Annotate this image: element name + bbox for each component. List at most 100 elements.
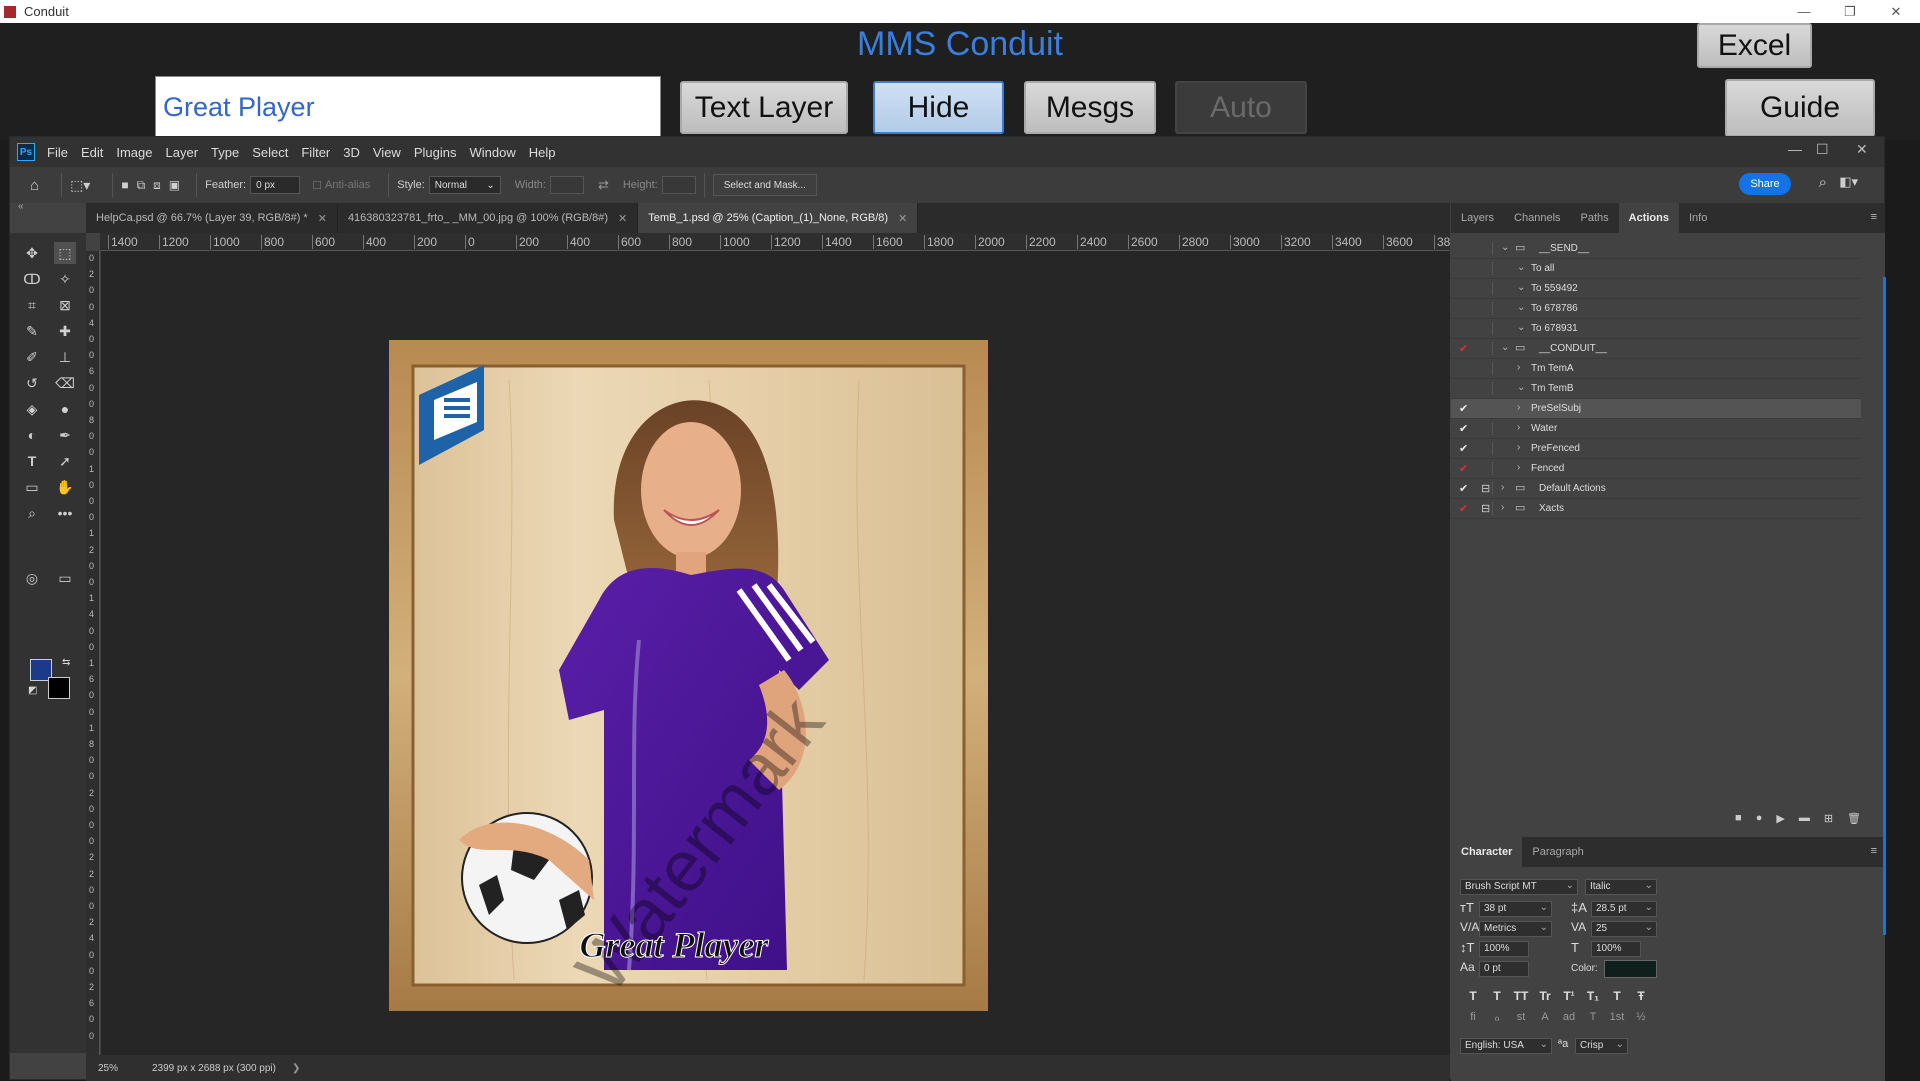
home-icon[interactable]: ⌂ [30,177,39,194]
menu-3d[interactable]: 3D [343,145,360,160]
action-row[interactable]: ⌄ To 559492 [1451,279,1861,299]
new-action-icon[interactable]: ⊞ [1824,812,1833,825]
font-style-select[interactable]: Italic ⌄ [1585,879,1657,895]
action-toggle-checkbox[interactable]: ✔ [1459,402,1468,415]
ps-maximize-icon[interactable]: ☐ [1816,141,1829,158]
restore-icon[interactable]: ❐ [1832,0,1868,23]
action-row[interactable]: ✔ ⌄ ▭ __CONDUIT__ [1451,339,1861,359]
dialog-toggle-icon[interactable] [1481,382,1493,395]
screen-mode-icon[interactable]: ▭ [54,567,76,589]
action-row[interactable]: › Tm TemA [1451,359,1861,379]
doc-tab-jpg[interactable]: 416380323781_frto_ _MM_00.jpg @ 100% (RG… [338,203,639,233]
eraser-icon[interactable]: ⌫ [54,372,76,394]
font-size-field[interactable]: 38 pt ⌄ [1479,901,1552,917]
menu-filter[interactable]: Filter [301,145,330,160]
dialog-toggle-icon[interactable] [1481,342,1493,355]
type-tool-icon[interactable]: T [21,450,43,472]
action-row[interactable]: ⌄ To all [1451,259,1861,279]
action-row[interactable]: ✔ ⊟ › ▭ Default Actions [1451,479,1861,499]
opentype-button[interactable]: fi [1465,1011,1481,1024]
vertical-scale-field[interactable]: 100% [1479,941,1529,957]
action-row[interactable]: ⌄ Tm TemB [1451,379,1861,399]
action-row[interactable]: ✔ › PreFenced [1451,439,1861,459]
font-family-select[interactable]: Brush Script MT ⌄ [1460,879,1578,895]
type-style-button[interactable]: T [1465,989,1481,1003]
tab-paths[interactable]: Paths [1571,203,1619,233]
subtract-selection-icon[interactable]: ⧈ [153,178,161,193]
chevron-right-icon[interactable]: › [1501,482,1504,493]
type-style-button[interactable]: T [1609,989,1625,1003]
tab-paragraph[interactable]: Paragraph [1522,837,1593,867]
more-tools-icon[interactable]: ••• [54,502,76,524]
healing-brush-icon[interactable]: ✚ [54,320,76,342]
text-layer-button[interactable]: Text Layer [680,81,848,134]
action-toggle-checkbox[interactable]: ✔ [1459,502,1468,515]
new-selection-icon[interactable]: ■ [121,178,128,192]
action-row[interactable]: ✔ › PreSelSubj [1451,399,1861,419]
tab-layers[interactable]: Layers [1451,203,1504,233]
type-style-button[interactable]: T₁ [1585,989,1601,1003]
excel-button[interactable]: Excel [1697,23,1812,68]
close-tab-icon[interactable]: ✕ [618,212,627,225]
dialog-toggle-icon[interactable] [1481,462,1493,475]
panel-scrollbar[interactable] [1883,277,1886,935]
opentype-button[interactable]: A [1537,1011,1553,1024]
caption-text-input[interactable] [155,76,661,138]
tab-channels[interactable]: Channels [1504,203,1570,233]
type-style-button[interactable]: Ŧ [1633,989,1649,1003]
document-image[interactable]: Watermark Great Player [389,340,988,1011]
add-selection-icon[interactable]: ⧉ [137,178,146,193]
blur-tool-icon[interactable]: ● [54,398,76,420]
ps-close-icon[interactable]: ✕ [1856,141,1868,158]
chevron-down-icon[interactable]: ⌄ [1517,282,1525,293]
dialog-toggle-icon[interactable] [1481,442,1493,455]
action-row[interactable]: ⌄ To 678786 [1451,299,1861,319]
rectangle-tool-icon[interactable]: ▭ [21,476,43,498]
chevron-down-icon[interactable]: ⌄ [1501,342,1509,353]
collapse-toolbar-icon[interactable]: « [18,201,24,212]
history-brush-icon[interactable]: ↺ [21,372,43,394]
action-toggle-checkbox[interactable]: ✔ [1459,482,1468,495]
chevron-down-icon[interactable]: ⌄ [1517,382,1525,393]
action-toggle-checkbox[interactable]: ✔ [1459,422,1468,435]
opentype-button[interactable]: st [1513,1011,1529,1024]
chevron-right-icon[interactable]: › [1517,362,1520,373]
marquee-tool-icon[interactable]: ⬚ [54,242,76,264]
dialog-toggle-icon[interactable] [1481,302,1493,315]
baseline-shift-field[interactable]: 0 pt [1479,961,1529,977]
action-row[interactable]: ✔ › Water [1451,419,1861,439]
select-and-mask-button[interactable]: Select and Mask... [712,174,817,196]
intersect-selection-icon[interactable]: ▣ [169,178,180,192]
hide-button[interactable]: Hide [873,81,1004,134]
dodge-tool-icon[interactable]: ◐ [21,424,43,446]
type-style-button[interactable]: T¹ [1561,989,1577,1003]
chevron-down-icon[interactable]: ⌄ [1517,322,1525,333]
menu-help[interactable]: Help [529,145,556,160]
dialog-toggle-icon[interactable]: ⊟ [1481,482,1493,495]
quick-mask-icon[interactable]: ◎ [21,567,43,589]
action-toggle-checkbox[interactable]: ✔ [1459,462,1468,475]
chevron-down-icon[interactable]: ⌄ [1517,262,1525,273]
style-select[interactable]: Normal ⌄ [428,176,501,194]
path-select-icon[interactable]: ➚ [54,450,76,472]
action-row[interactable]: ⌄ To 678931 [1451,319,1861,339]
tab-character[interactable]: Character [1451,837,1523,867]
dialog-toggle-icon[interactable]: ⊟ [1481,502,1493,515]
zoom-level[interactable]: 25% [98,1063,144,1074]
close-icon[interactable]: ✕ [1878,0,1914,23]
antialias-select[interactable]: Crisp ⌄ [1575,1038,1628,1054]
search-icon[interactable]: ⌕ [1819,174,1827,191]
menu-plugins[interactable]: Plugins [414,145,457,160]
height-input[interactable] [661,176,696,194]
crop-tool-icon[interactable]: ⌗ [21,294,43,316]
action-row[interactable]: ✔ › Fenced [1451,459,1861,479]
pen-tool-icon[interactable]: ✒ [54,424,76,446]
default-colors-icon[interactable]: ◩ [28,685,37,696]
chevron-down-icon[interactable]: ⌄ [1501,242,1509,253]
antialias-checkbox[interactable]: ☐ [312,179,322,192]
dialog-toggle-icon[interactable] [1481,262,1493,275]
doc-tab-temb[interactable]: TemB_1.psd @ 25% (Caption_(1)_None, RGB/… [638,203,919,233]
opentype-button[interactable]: ad [1561,1011,1577,1024]
marquee-preset-icon[interactable]: ⬚▾ [70,177,90,194]
menu-type[interactable]: Type [211,145,239,160]
